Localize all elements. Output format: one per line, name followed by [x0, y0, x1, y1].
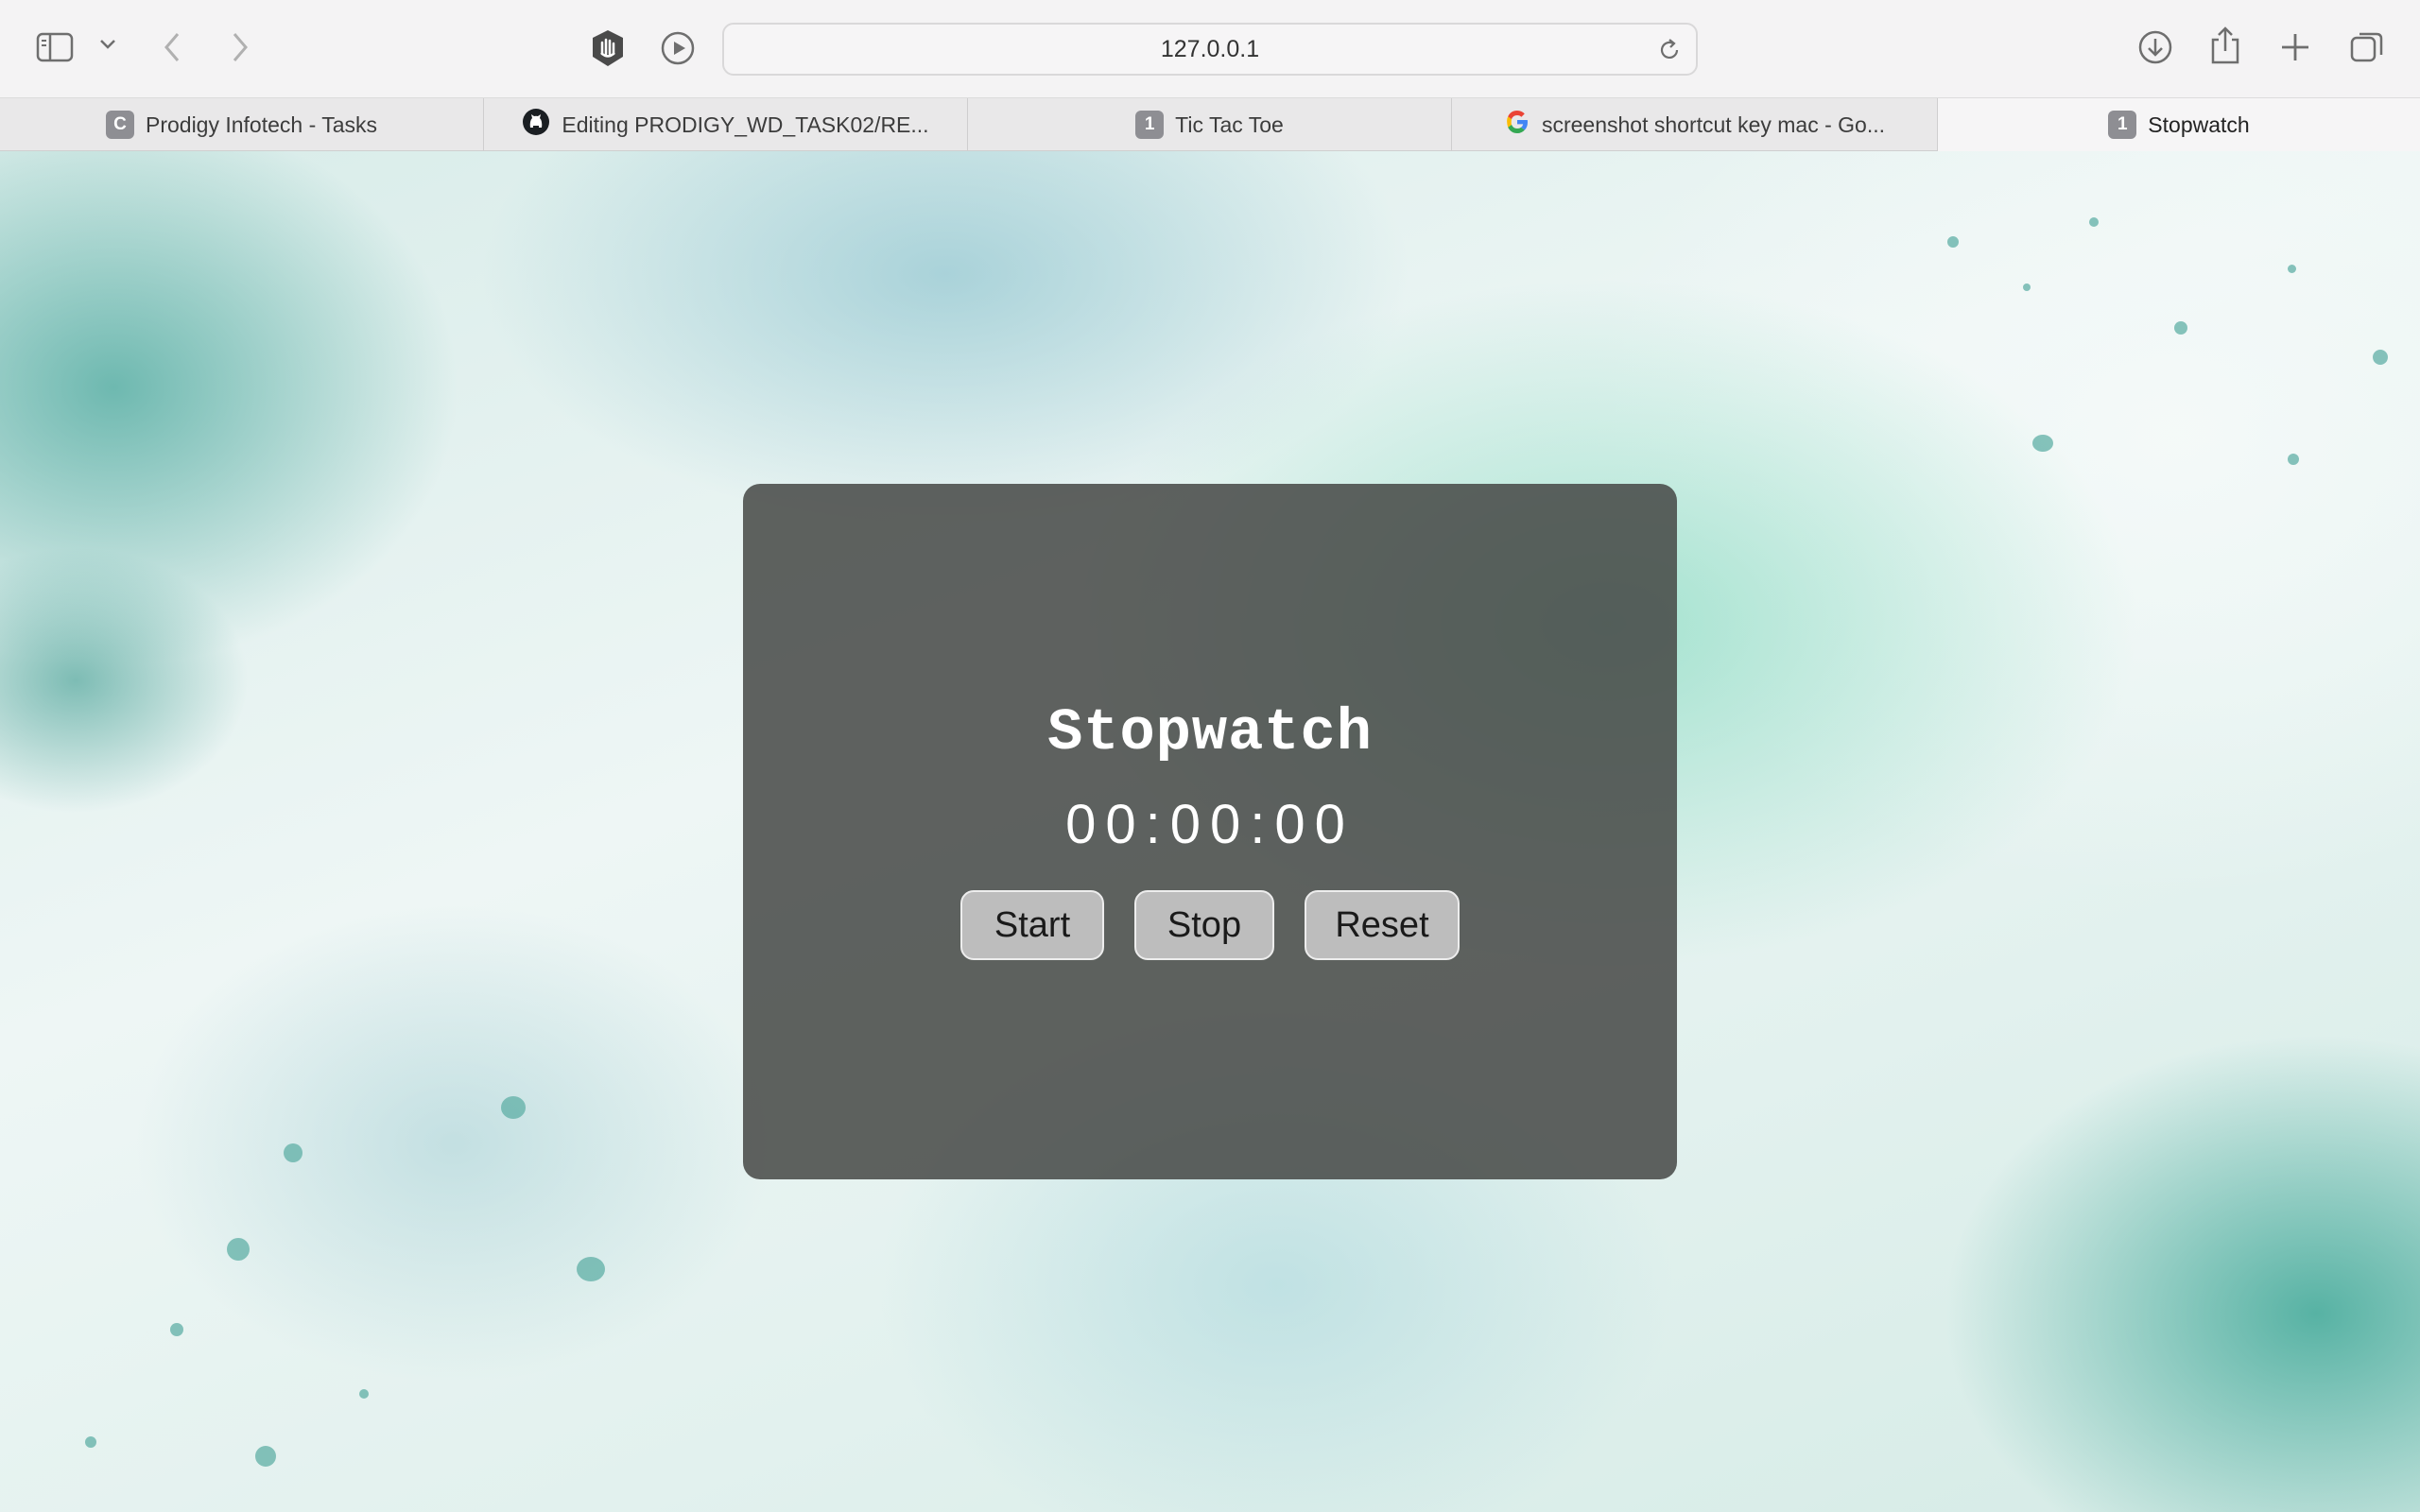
tab-label: screenshot shortcut key mac - Go...: [1541, 112, 1886, 137]
stop-button[interactable]: Stop: [1134, 890, 1274, 960]
tab-label: Stopwatch: [2148, 112, 2250, 137]
paint-splatter: [577, 1257, 605, 1281]
reset-button[interactable]: Reset: [1305, 890, 1460, 960]
paint-splatter: [2032, 435, 2053, 452]
letter-c-icon: C: [105, 111, 134, 139]
back-icon[interactable]: [161, 30, 183, 64]
time-display: 00:00:00: [1065, 794, 1355, 855]
paint-splatter: [255, 1446, 276, 1467]
hand-block-icon[interactable]: [588, 28, 628, 68]
paint-splatter: [227, 1238, 250, 1261]
play-icon[interactable]: [660, 30, 696, 66]
tab-prodigy-infotech[interactable]: C Prodigy Infotech - Tasks: [0, 98, 484, 151]
tab-github-editing[interactable]: Editing PRODIGY_WD_TASK02/RE...: [484, 98, 968, 151]
paint-splatter: [2174, 321, 2187, 335]
reload-icon[interactable]: [1656, 37, 1683, 68]
stopwatch-title: Stopwatch: [1047, 699, 1373, 766]
paint-splatter: [2288, 265, 2296, 273]
tab-label: Prodigy Infotech - Tasks: [145, 112, 378, 137]
start-button[interactable]: Start: [960, 890, 1104, 960]
control-buttons: Start Stop Reset: [960, 890, 1460, 960]
tab-stopwatch[interactable]: 1 Stopwatch: [1938, 98, 2420, 151]
paint-splatter: [1947, 236, 1959, 248]
paint-splatter: [2288, 454, 2299, 465]
address-bar[interactable]: 127.0.0.1: [722, 23, 1698, 76]
number-one-icon: 1: [2108, 111, 2137, 139]
browser-toolbar: 127.0.0.1: [0, 0, 2420, 98]
tab-label: Tic Tac Toe: [1175, 112, 1284, 137]
stopwatch-card: Stopwatch 00:00:00 Start Stop Reset: [743, 484, 1677, 1179]
chevron-down-icon[interactable]: [98, 38, 117, 51]
share-icon[interactable]: [2208, 25, 2242, 66]
number-one-icon: 1: [1135, 111, 1165, 139]
tab-strip: C Prodigy Infotech - Tasks Editing PRODI…: [0, 98, 2420, 151]
paint-splatter: [2089, 217, 2099, 227]
github-icon: [522, 108, 550, 142]
paint-splatter: [85, 1436, 96, 1448]
sidebar-icon[interactable]: [36, 30, 76, 64]
tab-tic-tac-toe[interactable]: 1 Tic Tac Toe: [968, 98, 1452, 151]
paint-splatter: [2023, 284, 2031, 291]
address-text[interactable]: 127.0.0.1: [724, 25, 1696, 74]
google-icon: [1504, 109, 1530, 141]
paint-splatter: [501, 1096, 526, 1119]
tab-google-search[interactable]: screenshot shortcut key mac - Go...: [1452, 98, 1938, 151]
paint-splatter: [359, 1389, 369, 1399]
paint-splatter: [284, 1143, 302, 1162]
paint-splatter: [170, 1323, 183, 1336]
tab-label: Editing PRODIGY_WD_TASK02/RE...: [562, 112, 929, 137]
paint-splatter: [2373, 350, 2388, 365]
tab-overview-icon[interactable]: [2348, 28, 2386, 66]
new-tab-icon[interactable]: [2278, 30, 2312, 64]
forward-icon[interactable]: [229, 30, 251, 64]
download-icon[interactable]: [2136, 28, 2174, 66]
